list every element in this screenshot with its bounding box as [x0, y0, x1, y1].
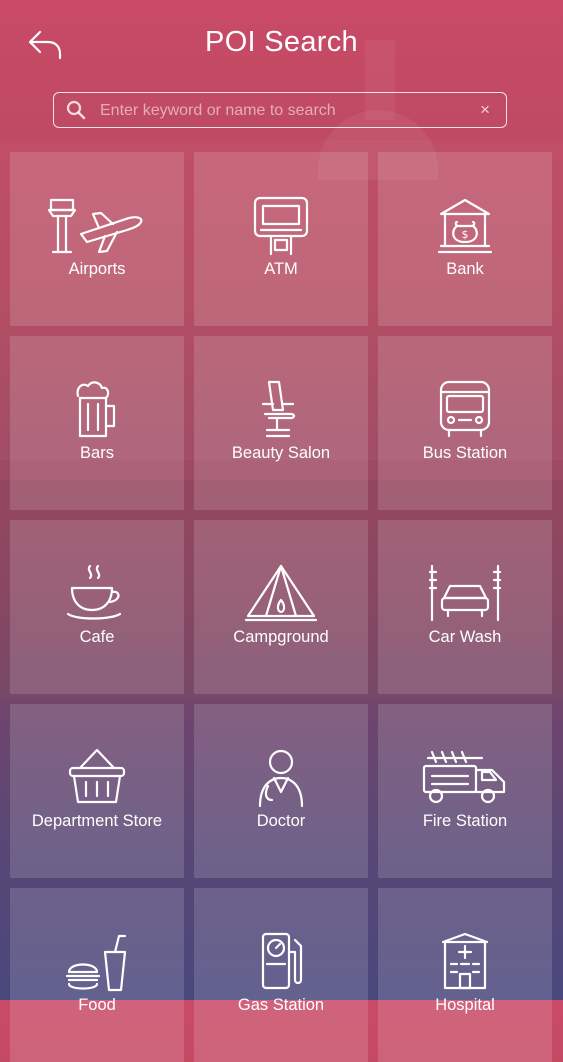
atm-icon — [253, 196, 309, 256]
category-label: Cafe — [79, 628, 115, 646]
category-doctor[interactable]: Doctor — [194, 704, 368, 878]
category-cafe[interactable]: Cafe — [10, 520, 184, 694]
category-label: Hospital — [435, 996, 495, 1014]
coffee-cup-icon — [66, 564, 122, 620]
category-bus-station[interactable]: Bus Station — [378, 336, 552, 510]
page-title: POI Search — [205, 26, 358, 58]
search-input[interactable] — [98, 93, 462, 128]
svg-text:$: $ — [462, 228, 469, 241]
category-food[interactable]: Food — [10, 888, 184, 1062]
salon-chair-icon — [261, 380, 296, 438]
car-wash-icon — [428, 564, 502, 622]
category-label: Beauty Salon — [231, 444, 331, 462]
category-bars[interactable]: Bars — [10, 336, 184, 510]
category-bank[interactable]: $ Bank — [378, 152, 552, 326]
tent-icon — [244, 564, 318, 622]
fast-food-icon — [65, 934, 127, 992]
search-bar: × — [53, 92, 507, 128]
bank-icon: $ — [437, 198, 493, 254]
category-label: Bars — [80, 444, 114, 462]
category-label: Airports — [68, 260, 126, 278]
category-fire-station[interactable]: Fire Station — [378, 704, 552, 878]
hospital-icon — [441, 932, 489, 990]
category-label: Food — [78, 996, 116, 1014]
airport-icon — [47, 198, 143, 254]
fire-truck-icon — [422, 750, 506, 804]
category-airports[interactable]: Airports — [10, 152, 184, 326]
clear-search-button[interactable]: × — [480, 100, 490, 120]
search-icon — [66, 100, 86, 120]
gas-pump-icon — [261, 932, 303, 990]
category-label: Fire Station — [422, 812, 508, 830]
category-gas-station[interactable]: Gas Station — [194, 888, 368, 1062]
category-campground[interactable]: Campground — [194, 520, 368, 694]
category-atm[interactable]: ATM — [194, 152, 368, 326]
category-label: Department Store — [31, 812, 163, 830]
category-label: Bus Station — [422, 444, 508, 462]
header-bar: POI Search — [0, 0, 563, 90]
bus-icon — [439, 380, 491, 438]
category-label: ATM — [264, 260, 298, 278]
category-hospital[interactable]: Hospital — [378, 888, 552, 1062]
category-car-wash[interactable]: Car Wash — [378, 520, 552, 694]
beer-mug-icon — [76, 381, 116, 438]
category-label: Doctor — [256, 812, 306, 830]
category-label: Bank — [446, 260, 484, 278]
category-beauty-salon[interactable]: Beauty Salon — [194, 336, 368, 510]
category-department-store[interactable]: Department Store — [10, 704, 184, 878]
doctor-icon — [258, 749, 304, 808]
category-label: Campground — [233, 628, 329, 646]
category-label: Gas Station — [237, 996, 325, 1014]
shopping-basket-icon — [68, 748, 126, 804]
category-label: Car Wash — [428, 628, 502, 646]
